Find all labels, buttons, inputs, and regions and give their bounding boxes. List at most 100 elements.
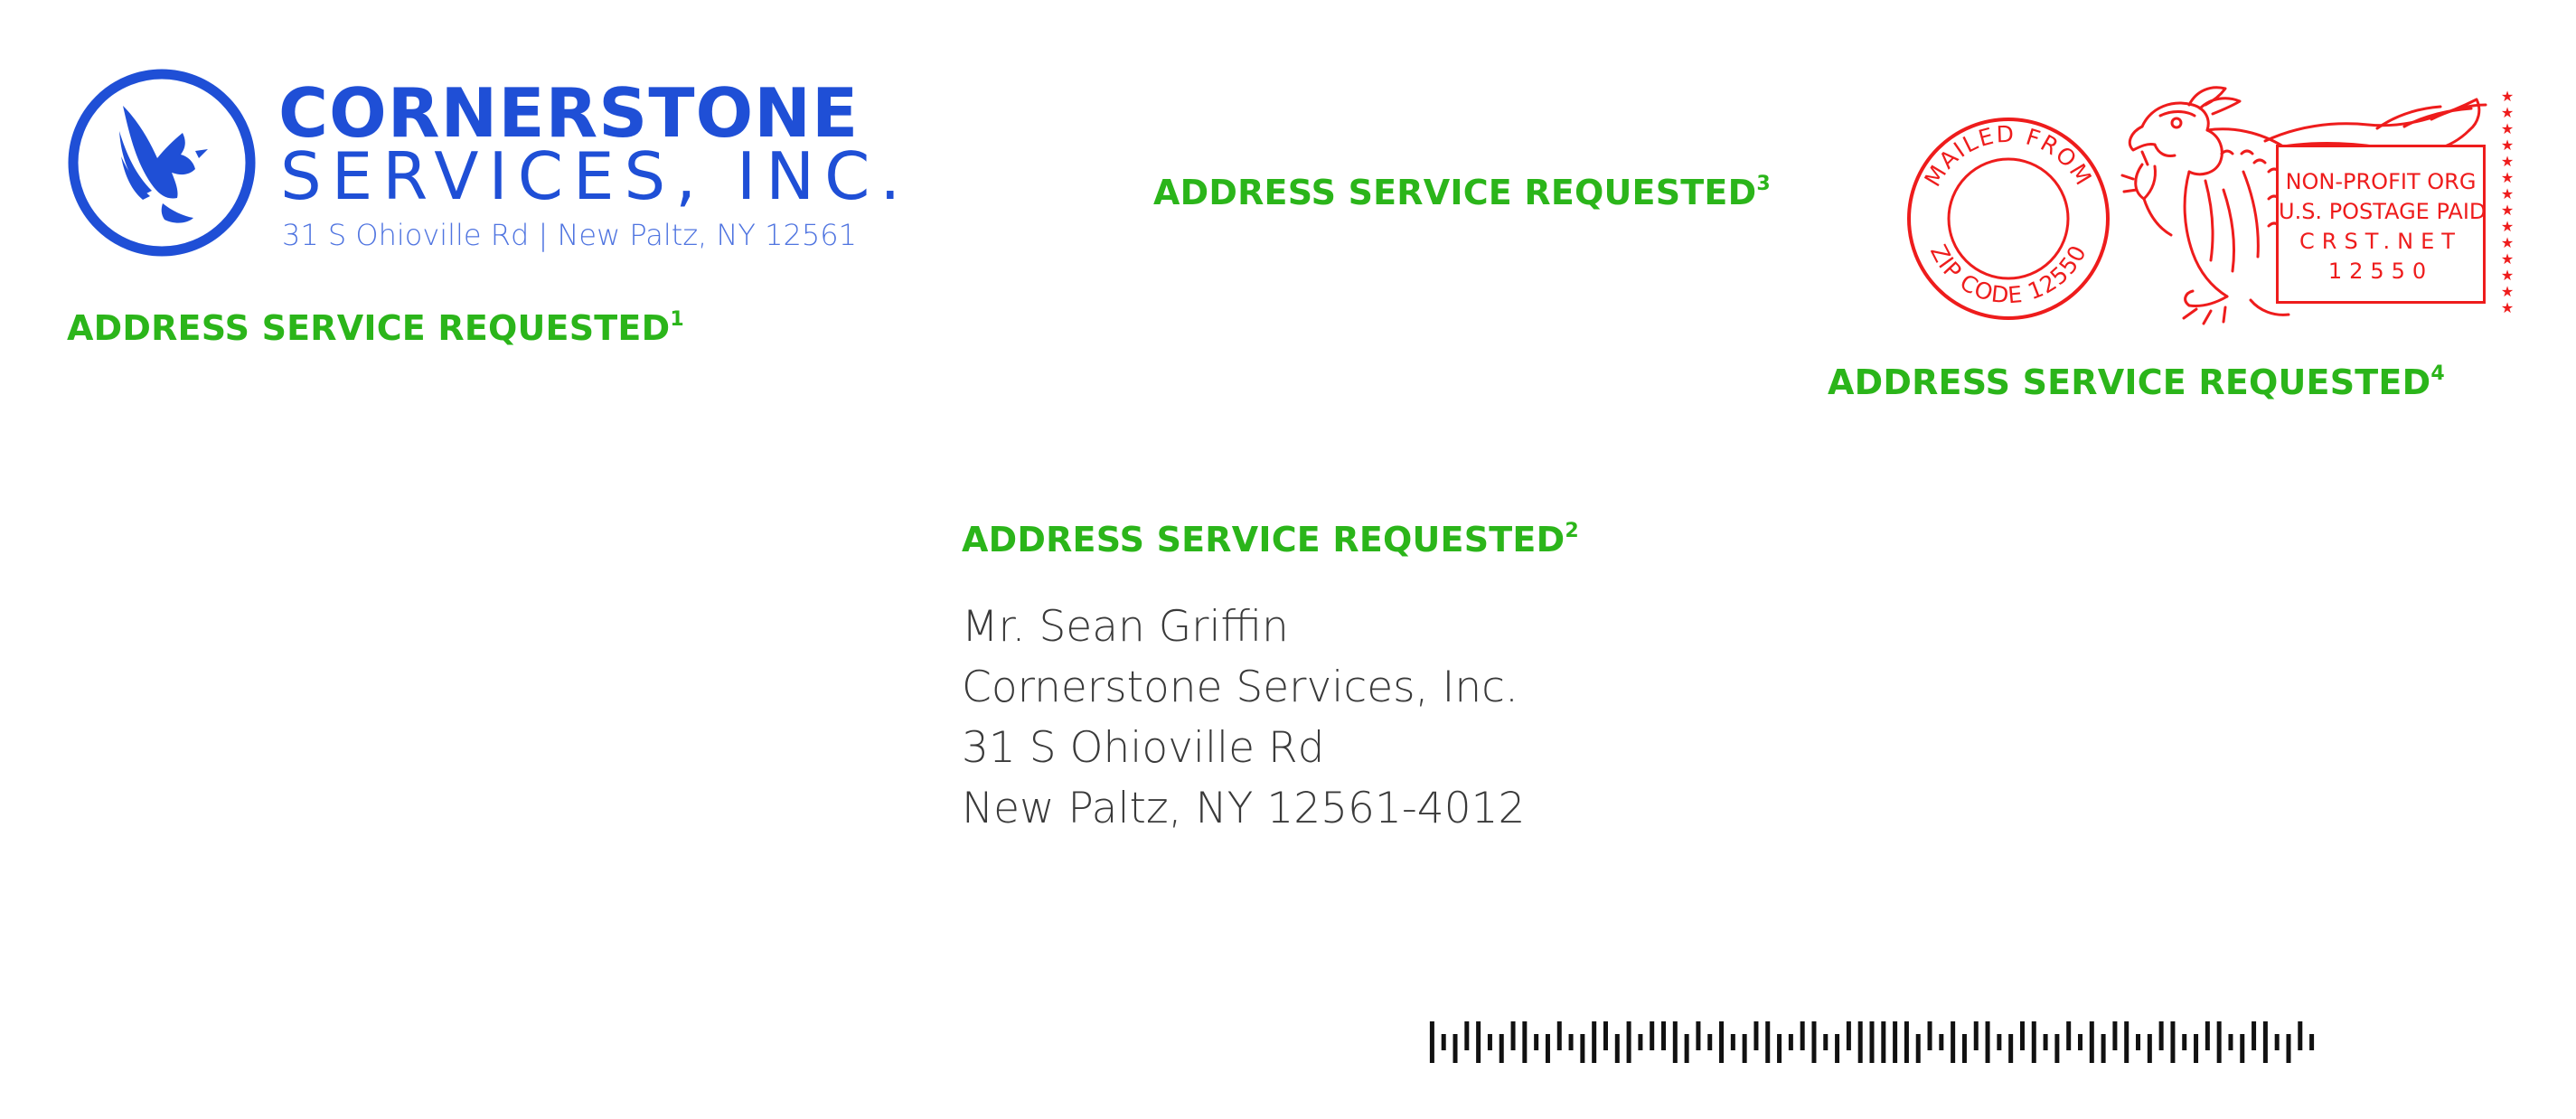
postmark-top-text: MAILED FROM	[1919, 121, 2095, 192]
barcode-bar	[1487, 1034, 1492, 1050]
barcode-bar	[1592, 1021, 1597, 1063]
barcode-bar	[2252, 1021, 2257, 1050]
barcode-bar	[1719, 1021, 1725, 1063]
barcode-bar	[2089, 1021, 2094, 1063]
barcode-bar	[2054, 1034, 2060, 1063]
endorsement-footnote: 2	[1565, 520, 1579, 542]
barcode-bar	[2205, 1021, 2210, 1050]
svg-text:MAILED FROM: MAILED FROM	[1919, 121, 2097, 192]
barcode-bar	[1614, 1034, 1620, 1063]
barcode-bar	[2101, 1034, 2106, 1063]
barcode-bar	[1534, 1034, 1539, 1050]
barcode-bar	[1951, 1021, 1956, 1063]
endorsement-footnote: 1	[670, 308, 684, 331]
barcode-bar	[1997, 1034, 2002, 1050]
barcode-bar	[1672, 1021, 1678, 1063]
postage-star-border: ★ ★ ★ ★ ★ ★ ★ ★ ★ ★ ★ ★ ★ ★	[2500, 88, 2515, 316]
barcode-bar	[2043, 1034, 2048, 1050]
barcode-bar	[1869, 1021, 1875, 1063]
barcode-bar	[1881, 1021, 1886, 1063]
intelligent-mail-barcode	[1429, 1021, 2315, 1063]
barcode-bar	[1522, 1021, 1528, 1063]
barcode-bar	[2077, 1034, 2082, 1050]
barcode-bar	[1973, 1021, 1979, 1050]
barcode-bar	[2124, 1021, 2129, 1063]
barcode-bar	[2019, 1021, 2025, 1050]
barcode-bar	[1510, 1021, 1516, 1050]
endorsement-2: ADDRESS SERVICE REQUESTED2	[962, 519, 1579, 560]
barcode-bar	[2240, 1034, 2245, 1063]
barcode-bar	[1753, 1021, 1759, 1050]
recipient-city-state-zip: New Paltz, NY 12561-4012	[962, 784, 1526, 833]
barcode-bar	[1846, 1021, 1851, 1050]
barcode-bar	[2262, 1021, 2268, 1063]
barcode-bar	[2008, 1034, 2014, 1063]
barcode-bar	[1985, 1021, 1990, 1063]
barcode-bar	[1453, 1034, 1458, 1063]
endorsement-text: ADDRESS SERVICE REQUESTED	[1828, 362, 2431, 402]
barcode-bar	[1429, 1021, 1434, 1063]
barcode-bar	[1545, 1034, 1550, 1063]
permit-line-3: CRST.NET	[2299, 229, 2462, 254]
barcode-bar	[1603, 1021, 1608, 1050]
endorsement-footnote: 3	[1756, 173, 1771, 195]
permit-line-4: 12550	[2327, 259, 2434, 284]
barcode-bar	[1915, 1034, 1921, 1063]
barcode-bar	[1568, 1034, 1574, 1050]
company-name-suffix: SERVICES, INC.	[280, 138, 911, 214]
recipient-address-block: Mr. Sean Griffin Cornerstone Services, I…	[962, 597, 1525, 839]
permit-line-2: U.S. POSTAGE PAID	[2279, 199, 2487, 224]
recipient-name: Mr. Sean Griffin	[962, 602, 1289, 652]
recipient-street: 31 S Ohioville Rd	[962, 723, 1325, 773]
barcode-bar	[1893, 1021, 1898, 1063]
endorsement-text: ADDRESS SERVICE REQUESTED	[1153, 173, 1757, 212]
barcode-bar	[1499, 1034, 1504, 1063]
barcode-bar	[1696, 1021, 1701, 1050]
barcode-bar	[1777, 1034, 1782, 1063]
barcode-bar	[1476, 1021, 1481, 1063]
endorsement-footnote: 4	[2430, 362, 2445, 385]
barcode-bar	[1857, 1021, 1863, 1063]
barcode-bar	[2194, 1034, 2199, 1063]
barcode-bar	[1765, 1021, 1771, 1063]
barcode-bar	[2309, 1034, 2315, 1050]
barcode-bar	[1961, 1034, 1967, 1063]
endorsement-1: ADDRESS SERVICE REQUESTED1	[67, 307, 684, 349]
barcode-bar	[1835, 1034, 1840, 1063]
company-logo-icon	[68, 69, 256, 257]
barcode-bar	[1684, 1034, 1689, 1063]
barcode-bar	[2286, 1034, 2291, 1063]
postmark-stamp: MAILED FROM ZIP CODE 12550	[1907, 118, 2110, 320]
barcode-bar	[2216, 1021, 2222, 1063]
barcode-bar	[2066, 1021, 2072, 1050]
barcode-bar	[2112, 1021, 2118, 1050]
barcode-bar	[1556, 1021, 1562, 1050]
permit-line-1: NON-PROFIT ORG	[2285, 169, 2477, 194]
barcode-bar	[1927, 1021, 1932, 1050]
barcode-bar	[2158, 1021, 2164, 1050]
barcode-bar	[2228, 1034, 2233, 1050]
barcode-bar	[1626, 1021, 1631, 1063]
postage-permit-box: NON-PROFIT ORG U.S. POSTAGE PAID CRST.NE…	[2276, 145, 2486, 304]
endorsement-text: ADDRESS SERVICE REQUESTED	[67, 308, 671, 348]
barcode-bar	[1638, 1034, 1643, 1050]
barcode-bar	[1788, 1034, 1793, 1050]
barcode-bar	[1441, 1034, 1446, 1050]
barcode-bar	[1811, 1021, 1817, 1063]
barcode-bar	[1939, 1034, 1944, 1050]
barcode-bar	[2136, 1034, 2141, 1050]
barcode-bar	[2031, 1021, 2036, 1063]
barcode-bar	[2147, 1034, 2152, 1063]
barcode-bar	[1904, 1021, 1909, 1063]
endorsement-3: ADDRESS SERVICE REQUESTED3	[1153, 172, 1771, 213]
barcode-bar	[1580, 1034, 1585, 1063]
barcode-bar	[1707, 1034, 1713, 1050]
return-address: 31 S Ohioville Rd | New Paltz, NY 12561	[282, 218, 857, 252]
barcode-bar	[1650, 1021, 1655, 1050]
recipient-company: Cornerstone Services, Inc.	[962, 663, 1518, 712]
endorsement-4: ADDRESS SERVICE REQUESTED4	[1828, 362, 2445, 403]
barcode-bar	[1742, 1034, 1747, 1063]
barcode-bar	[2298, 1021, 2303, 1050]
barcode-bar	[1800, 1021, 1805, 1050]
barcode-bar	[1823, 1034, 1829, 1050]
